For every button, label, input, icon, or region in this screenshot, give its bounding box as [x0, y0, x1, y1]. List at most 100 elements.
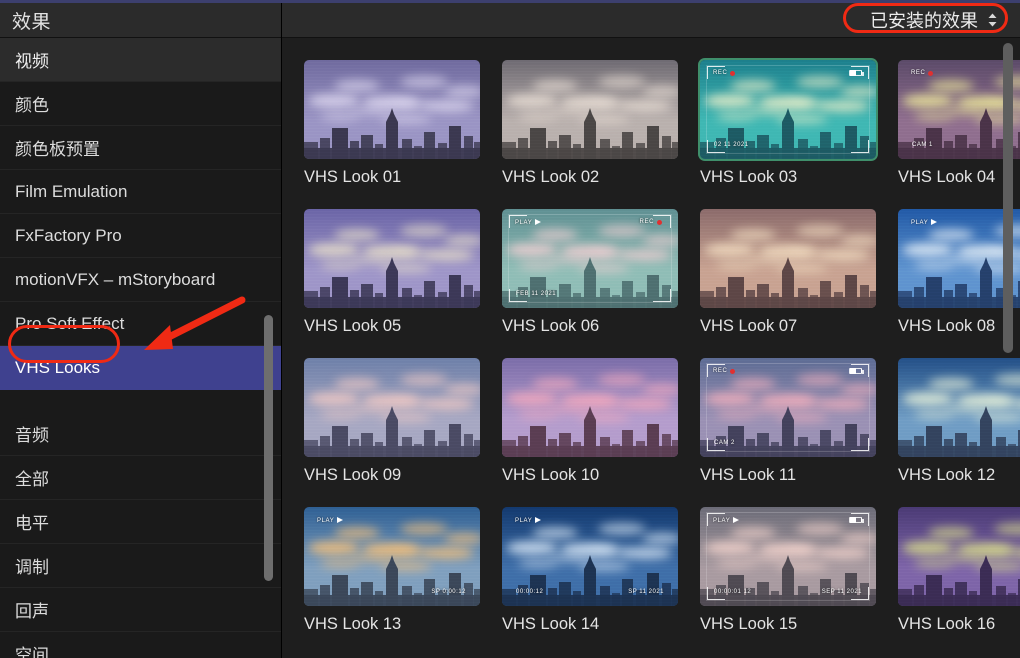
panel-title: 效果: [0, 3, 281, 38]
sidebar-item-回声[interactable]: 回声: [0, 588, 281, 632]
sidebar-item-label: 空间: [15, 646, 49, 658]
sidebar-item-电平[interactable]: 电平: [0, 500, 281, 544]
thumbnail-vhs-grain: [304, 358, 480, 457]
effect-grid-item[interactable]: VHS Look 09: [304, 358, 480, 485]
effect-thumbnail[interactable]: REC PLAY FEB 11 2021: [502, 209, 678, 308]
thumbnail-vhs-grain: [700, 60, 876, 159]
sidebar-item-视频[interactable]: 视频: [0, 38, 281, 82]
effect-name-label: VHS Look 10: [502, 466, 600, 484]
sidebar-scrollbar-thumb[interactable]: [264, 315, 273, 581]
effect-grid-item[interactable]: REC CAM 2 VHS Look 11: [700, 358, 876, 485]
thumbnail-vhs-grain: [700, 209, 876, 308]
effect-thumbnail[interactable]: [898, 507, 1020, 606]
effect-thumbnail[interactable]: [502, 60, 678, 159]
effect-grid-item[interactable]: VHS Look 07: [700, 209, 876, 336]
sidebar-item-label: Pro Soft Effect: [15, 313, 125, 333]
sidebar-item-label: VHS Looks: [15, 357, 101, 377]
sidebar-item-全部[interactable]: 全部: [0, 456, 281, 500]
effect-thumbnail[interactable]: REC CAM 1: [898, 60, 1020, 159]
sidebar-spacer: [0, 390, 281, 412]
chevron-updown-icon: [987, 12, 998, 28]
effect-name-label: VHS Look 05: [304, 317, 402, 335]
content-scrollbar-thumb[interactable]: [1003, 43, 1013, 353]
effect-name-label: VHS Look 02: [502, 168, 600, 186]
effect-grid-item[interactable]: PLAY SP 0:00:12 VHS Look 13: [304, 507, 480, 634]
effect-grid-item[interactable]: VHS Look 02: [502, 60, 678, 187]
effect-thumbnail[interactable]: PLAY 00:00:01 12 SEP 11 2021: [700, 507, 876, 606]
effect-name-label: VHS Look 16: [898, 615, 996, 633]
effects-grid: VHS Look 01 VHS Look 02 REC 02 11 2021 VHS L…: [282, 60, 1020, 634]
effect-thumbnail[interactable]: PLAYSP 0:00:12: [304, 507, 480, 606]
content-header-bar: 已安装的效果: [282, 3, 1020, 38]
effect-thumbnail[interactable]: [304, 60, 480, 159]
thumbnail-vhs-grain: [898, 358, 1020, 457]
effect-thumbnail[interactable]: [502, 358, 678, 457]
effect-grid-item[interactable]: VHS Look 12: [898, 358, 1020, 485]
effect-grid-item[interactable]: VHS Look 16: [898, 507, 1020, 634]
effect-thumbnail[interactable]: REC 02 11 2021: [700, 60, 876, 159]
effects-content-pane: 已安装的效果 VHS Look 01 VHS Look 02 REC 02 11 20…: [282, 3, 1020, 658]
effect-name-label: VHS Look 06: [502, 317, 600, 335]
effect-thumbnail[interactable]: [700, 209, 876, 308]
effect-name-label: VHS Look 08: [898, 317, 996, 335]
effect-thumbnail[interactable]: REC CAM 2: [700, 358, 876, 457]
effect-name-label: VHS Look 07: [700, 317, 798, 335]
effect-name-label: VHS Look 09: [304, 466, 402, 484]
sidebar-item-label: 回声: [15, 602, 49, 621]
effect-thumbnail[interactable]: [898, 358, 1020, 457]
effect-name-label: VHS Look 11: [700, 466, 797, 484]
effect-name-label: VHS Look 15: [700, 615, 798, 633]
effect-thumbnail[interactable]: [304, 209, 480, 308]
sidebar-item-调制[interactable]: 调制: [0, 544, 281, 588]
installed-effects-dropdown[interactable]: 已安装的效果: [866, 6, 1002, 34]
sidebar-item-label: 颜色板预置: [15, 140, 100, 159]
effect-name-label: VHS Look 13: [304, 615, 402, 633]
effect-name-label: VHS Look 01: [304, 168, 402, 186]
sidebar-item-vhs-looks[interactable]: VHS Looks: [0, 346, 281, 390]
effect-name-label: VHS Look 03: [700, 168, 798, 186]
sidebar-item-label: Film Emulation: [15, 181, 128, 201]
effect-grid-item[interactable]: REC 02 11 2021 VHS Look 03: [700, 60, 876, 187]
sidebar-item-label: 视频: [15, 52, 49, 71]
effect-thumbnail[interactable]: PLAYSP 0:00:12: [898, 209, 1020, 308]
sidebar-item-pro-soft-effect[interactable]: Pro Soft Effect: [0, 302, 281, 346]
effect-name-label: VHS Look 14: [502, 615, 600, 633]
sidebar-item-film-emulation[interactable]: Film Emulation: [0, 170, 281, 214]
effect-grid-item[interactable]: VHS Look 05: [304, 209, 480, 336]
effect-grid-item[interactable]: REC PLAY FEB 11 2021 VHS Look 06: [502, 209, 678, 336]
effects-grid-scroll-area: VHS Look 01 VHS Look 02 REC 02 11 2021 VHS L…: [282, 38, 1020, 658]
effect-thumbnail[interactable]: [304, 358, 480, 457]
thumbnail-vhs-grain: [502, 209, 678, 308]
effect-grid-item[interactable]: VHS Look 01: [304, 60, 480, 187]
thumbnail-vhs-grain: [898, 507, 1020, 606]
sidebar-item-label: 全部: [15, 470, 49, 489]
sidebar-item-空间[interactable]: 空间: [0, 632, 281, 658]
thumbnail-vhs-grain: [700, 507, 876, 606]
sidebar-item-label: FxFactory Pro: [15, 225, 122, 245]
effect-grid-item[interactable]: VHS Look 10: [502, 358, 678, 485]
sidebar-item-音频[interactable]: 音频: [0, 412, 281, 456]
effect-grid-item[interactable]: PLAY 00:00:12 SP 11 2021 VHS Look 14: [502, 507, 678, 634]
thumbnail-vhs-grain: [502, 358, 678, 457]
effect-grid-item[interactable]: PLAY 00:00:01 12 SEP 11 2021 VHS Look 15: [700, 507, 876, 634]
effect-grid-item[interactable]: PLAYSP 0:00:12 VHS Look 08: [898, 209, 1020, 336]
effect-grid-item[interactable]: REC CAM 1 VHS Look 04: [898, 60, 1020, 187]
installed-effects-dropdown-label: 已安装的效果: [870, 11, 978, 31]
sidebar-item-颜色板预置[interactable]: 颜色板预置: [0, 126, 281, 170]
effect-thumbnail[interactable]: PLAY 00:00:12 SP 11 2021: [502, 507, 678, 606]
effects-sidebar: 效果 视频颜色颜色板预置 Film Emulation FxFactory Pro m…: [0, 3, 282, 658]
sidebar-item-motionvfx-mstoryboard[interactable]: motionVFX – mStoryboard: [0, 258, 281, 302]
sidebar-item-label: 电平: [15, 514, 49, 533]
sidebar-item-label: 音频: [15, 426, 49, 445]
thumbnail-vhs-grain: [304, 209, 480, 308]
effect-name-label: VHS Look 12: [898, 466, 996, 484]
effects-category-list[interactable]: 视频颜色颜色板预置 Film Emulation FxFactory Pro moti…: [0, 38, 281, 658]
sidebar-item-label: 颜色: [15, 96, 49, 115]
sidebar-item-fxfactory-pro[interactable]: FxFactory Pro: [0, 214, 281, 258]
effect-name-label: VHS Look 04: [898, 168, 996, 186]
thumbnail-vhs-grain: [304, 60, 480, 159]
sidebar-item-label: motionVFX – mStoryboard: [15, 269, 216, 289]
window-body: 效果 视频颜色颜色板预置 Film Emulation FxFactory Pro m…: [0, 3, 1020, 658]
sidebar-item-颜色[interactable]: 颜色: [0, 82, 281, 126]
thumbnail-vhs-grain: [898, 60, 1020, 159]
